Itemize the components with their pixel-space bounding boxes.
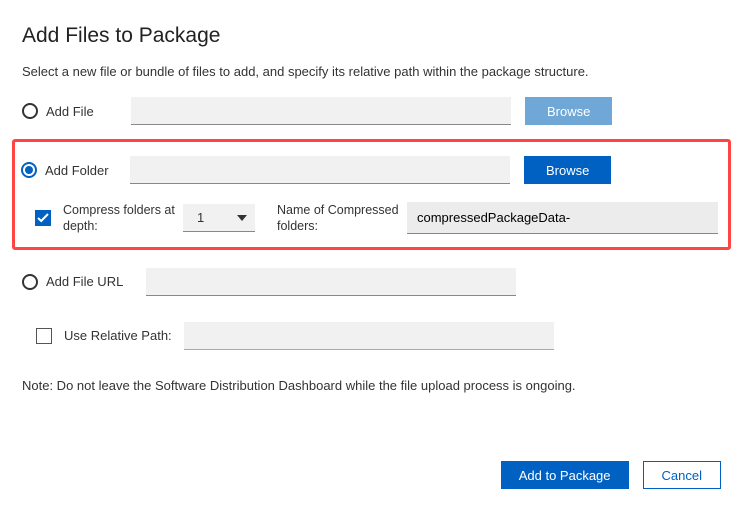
add-file-input[interactable] xyxy=(131,97,511,125)
add-folder-browse-button[interactable]: Browse xyxy=(524,156,611,184)
add-file-url-row: Add File URL xyxy=(22,268,721,296)
chevron-down-icon xyxy=(237,215,247,221)
compress-row: Compress folders at depth: 1 Name of Com… xyxy=(21,202,718,235)
add-file-url-input[interactable] xyxy=(146,268,516,296)
add-file-radio[interactable] xyxy=(22,103,38,119)
dialog-footer: Add to Package Cancel xyxy=(501,461,721,489)
use-relative-input[interactable] xyxy=(184,322,554,350)
add-folder-highlight: Add Folder Browse Compress folders at de… xyxy=(12,139,731,250)
dialog-subtitle: Select a new file or bundle of files to … xyxy=(22,64,721,79)
add-to-package-button[interactable]: Add to Package xyxy=(501,461,629,489)
add-folder-row: Add Folder Browse xyxy=(21,156,718,184)
check-icon xyxy=(37,212,49,224)
cancel-button[interactable]: Cancel xyxy=(643,461,721,489)
add-folder-label: Add Folder xyxy=(45,163,130,178)
compress-checkbox[interactable] xyxy=(35,210,51,226)
add-file-url-radio[interactable] xyxy=(22,274,38,290)
add-file-browse-button[interactable]: Browse xyxy=(525,97,612,125)
compress-depth-value: 1 xyxy=(197,210,204,225)
add-folder-radio[interactable] xyxy=(21,162,37,178)
compress-label: Compress folders at depth: xyxy=(63,202,183,235)
compress-depth-dropdown[interactable]: 1 xyxy=(183,204,255,232)
add-folder-input[interactable] xyxy=(130,156,510,184)
dialog-title: Add Files to Package xyxy=(22,24,721,48)
add-file-label: Add File xyxy=(46,104,131,119)
note-text: Note: Do not leave the Software Distribu… xyxy=(22,378,721,393)
use-relative-checkbox[interactable] xyxy=(36,328,52,344)
compressed-name-input[interactable] xyxy=(407,202,718,234)
use-relative-row: Use Relative Path: xyxy=(22,322,721,350)
add-file-url-label: Add File URL xyxy=(46,274,146,289)
compressed-name-label: Name of Compressed folders: xyxy=(277,202,407,235)
add-file-row: Add File Browse xyxy=(22,97,721,125)
use-relative-label: Use Relative Path: xyxy=(64,328,184,343)
